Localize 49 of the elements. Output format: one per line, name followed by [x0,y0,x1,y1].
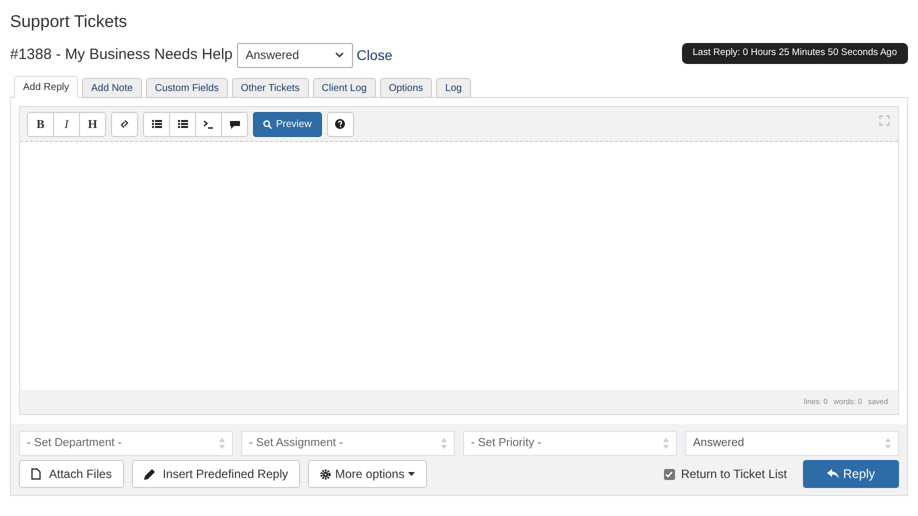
help-button[interactable] [326,112,354,136]
preview-button[interactable]: Preview [253,112,322,136]
tab[interactable]: Options [380,78,432,98]
search-icon [263,120,272,128]
sort-arrows-icon [441,438,447,449]
link-button[interactable] [111,112,138,136]
tab[interactable]: Client Log [312,78,376,98]
status-select[interactable]: Answered [685,431,899,456]
sort-arrows-icon [663,438,669,449]
tab[interactable]: Other Tickets [232,78,309,98]
speech-bubble-icon [230,120,240,128]
tab[interactable]: Log [436,78,471,98]
caret-icon [408,472,416,476]
list-button[interactable] [143,112,170,136]
list-icon [178,120,188,128]
code-button[interactable] [195,112,222,136]
sort-arrows-icon [885,438,891,449]
help-icon [335,119,346,129]
file-icon [31,468,41,480]
assignment-select[interactable]: - Set Assignment - [241,431,455,456]
format-button[interactable]: I [53,112,80,136]
more-options-button[interactable]: More options [308,460,428,488]
ticket-title: #1388 - My Business Needs Help [10,44,233,65]
sort-arrows-icon [219,438,225,449]
tab[interactable]: Custom Fields [146,78,228,98]
tab[interactable]: Add Note [82,78,142,98]
list-button[interactable] [169,112,196,136]
reply-arrow-icon [827,469,840,479]
department-select[interactable]: - Set Department - [19,431,233,456]
predefined-reply-button[interactable]: Insert Predefined Reply [132,460,300,488]
tab[interactable]: Add Reply [14,76,78,98]
quote-button[interactable] [221,112,248,136]
list-icon [152,120,162,128]
status-select[interactable]: Answered [236,42,353,68]
return-checkbox[interactable] [664,468,675,480]
format-button[interactable]: H [79,112,106,136]
reply-button[interactable]: Reply [803,460,899,488]
pencil-icon [144,468,155,480]
return-label: Return to Ticket List [680,466,787,483]
link-icon [120,119,129,129]
close-link[interactable]: Close [356,44,392,66]
format-button[interactable]: B [27,112,54,136]
attach-files-button[interactable]: Attach Files [19,460,124,488]
terminal-icon [203,120,214,128]
chevron-icon [334,52,344,58]
last-reply-badge: Last Reply: 0 Hours 25 Minutes 50 Seconds Ago [682,42,908,64]
gear-icon [320,468,332,480]
priority-select[interactable]: - Set Priority - [463,431,677,456]
page-title: Support Tickets [10,11,128,33]
